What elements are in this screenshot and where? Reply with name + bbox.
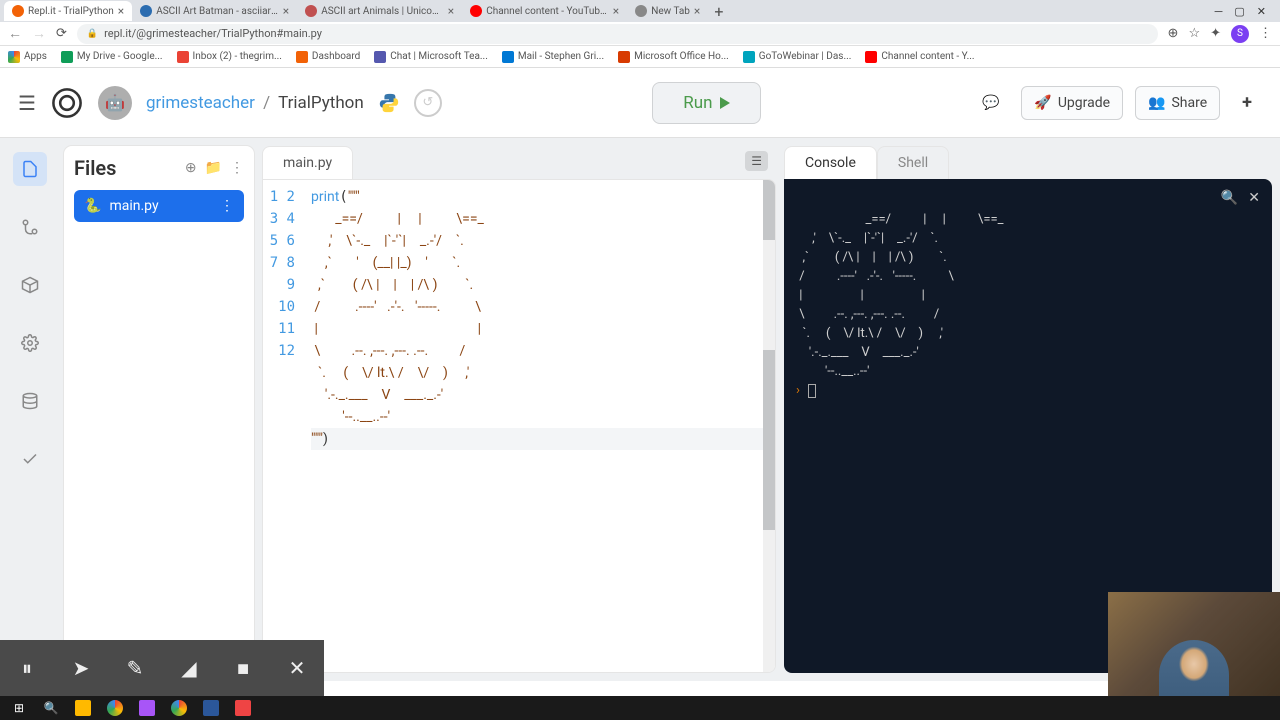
- add-button[interactable]: +: [1232, 84, 1262, 121]
- new-tab-button[interactable]: +: [708, 2, 729, 21]
- start-icon[interactable]: ⊞: [4, 696, 34, 720]
- taskbar-app[interactable]: [68, 696, 98, 720]
- taskbar-app[interactable]: [100, 696, 130, 720]
- forward-icon[interactable]: →: [32, 25, 46, 42]
- maximize-icon[interactable]: ▢: [1234, 5, 1244, 18]
- tab-console[interactable]: Console: [784, 146, 877, 179]
- zoom-icon[interactable]: ⊕: [1168, 26, 1179, 41]
- lock-icon: 🔒: [87, 29, 98, 39]
- editor-scrollbar[interactable]: [763, 180, 775, 672]
- taskbar-app[interactable]: [132, 696, 162, 720]
- close-icon[interactable]: ×: [694, 4, 700, 18]
- console-prompt: ›: [796, 383, 800, 398]
- replit-logo-icon[interactable]: [50, 86, 84, 120]
- url-input[interactable]: 🔒repl.it/@grimesteacher/TrialPython#main…: [77, 24, 1158, 44]
- browser-tab[interactable]: ASCII art Animals | Unicode Ninj×: [297, 1, 462, 21]
- cursor: [808, 384, 816, 398]
- code-editor[interactable]: 1 2 3 4 5 6 7 8 9 10 11 12 print(""" _==…: [262, 179, 776, 673]
- camera-icon[interactable]: ■: [216, 640, 270, 696]
- menu-icon[interactable]: ⋮: [1259, 26, 1272, 41]
- minimize-icon[interactable]: ─: [1215, 5, 1223, 18]
- user-avatar[interactable]: 🤖: [98, 86, 132, 120]
- python-icon: [378, 92, 400, 114]
- reload-icon[interactable]: ⟳: [56, 26, 67, 41]
- file-menu-icon[interactable]: ⋮: [220, 198, 234, 214]
- tab-shell[interactable]: Shell: [877, 146, 949, 179]
- stop-icon[interactable]: ✕: [270, 640, 324, 696]
- editor-layout-icon[interactable]: ☰: [745, 151, 768, 171]
- sidebar-iconbar: [0, 138, 60, 681]
- star-icon[interactable]: ☆: [1188, 26, 1200, 41]
- new-file-icon[interactable]: ⊕: [185, 160, 197, 176]
- new-folder-icon[interactable]: 📁: [205, 160, 222, 176]
- bookmark[interactable]: Microsoft Office Ho...: [618, 51, 729, 63]
- bookmark[interactable]: My Drive - Google...: [61, 51, 163, 63]
- packages-icon[interactable]: [13, 268, 47, 302]
- file-item-main-py[interactable]: 🐍 main.py ⋮: [74, 190, 244, 222]
- profile-avatar[interactable]: S: [1231, 25, 1249, 43]
- bookmark[interactable]: Channel content - Y...: [865, 51, 974, 63]
- taskbar-app[interactable]: [196, 696, 226, 720]
- upgrade-button[interactable]: 🚀 Upgrade: [1021, 86, 1123, 120]
- bookmark[interactable]: Dashboard: [296, 51, 360, 63]
- windows-taskbar: ⊞ 🔍: [0, 696, 1280, 720]
- files-panel: Files ⊕ 📁 ⋮ 🐍 main.py ⋮: [64, 146, 254, 673]
- version-control-icon[interactable]: [13, 210, 47, 244]
- taskbar-app[interactable]: [228, 696, 258, 720]
- settings-icon[interactable]: [13, 326, 47, 360]
- bookmark[interactable]: Mail - Stephen Gri...: [502, 51, 604, 63]
- hamburger-icon[interactable]: ☰: [18, 91, 36, 115]
- close-icon[interactable]: ×: [283, 4, 289, 18]
- files-menu-icon[interactable]: ⋮: [230, 160, 244, 176]
- close-icon[interactable]: ×: [448, 4, 454, 18]
- eraser-icon[interactable]: ◢: [162, 640, 216, 696]
- repl-header: ☰ 🤖 grimesteacher / TrialPython ↺ Run 💬 …: [0, 68, 1280, 138]
- python-file-icon: 🐍: [84, 198, 101, 214]
- browser-tab-strip: Repl.it - TrialPython× ASCII Art Batman …: [0, 0, 1280, 22]
- breadcrumb: grimesteacher / TrialPython: [146, 93, 364, 113]
- history-icon[interactable]: ↺: [414, 89, 442, 117]
- browser-tab[interactable]: New Tab×: [627, 1, 708, 21]
- files-title: Files: [74, 156, 177, 180]
- address-bar: ← → ⟳ 🔒repl.it/@grimesteacher/TrialPytho…: [0, 22, 1280, 46]
- pen-icon[interactable]: ✎: [108, 640, 162, 696]
- bookmarks-bar: Apps My Drive - Google... Inbox (2) - th…: [0, 46, 1280, 68]
- editor-tab[interactable]: main.py: [262, 146, 353, 179]
- extensions-icon[interactable]: ✦: [1210, 26, 1221, 41]
- clear-icon[interactable]: ✕: [1248, 189, 1260, 208]
- back-icon[interactable]: ←: [8, 25, 22, 42]
- bookmark[interactable]: Chat | Microsoft Tea...: [374, 51, 488, 63]
- database-icon[interactable]: [13, 384, 47, 418]
- code-content[interactable]: print(""" _==/ | | \==_ ,' \`-._ |`-'`| …: [303, 180, 775, 672]
- close-icon[interactable]: ×: [118, 4, 124, 18]
- line-gutter: 1 2 3 4 5 6 7 8 9 10 11 12: [263, 180, 303, 672]
- files-icon[interactable]: [13, 152, 47, 186]
- check-icon[interactable]: [13, 442, 47, 476]
- close-window-icon[interactable]: ✕: [1257, 5, 1266, 18]
- play-icon: [720, 97, 730, 109]
- search-taskbar-icon[interactable]: 🔍: [36, 696, 66, 720]
- editor-panel: main.py ☰ 1 2 3 4 5 6 7 8 9 10 11 12 pri…: [262, 146, 776, 673]
- browser-tab[interactable]: Channel content - YouTube Stud×: [462, 1, 627, 21]
- bookmark[interactable]: Inbox (2) - thegrim...: [177, 51, 282, 63]
- run-button[interactable]: Run: [652, 82, 761, 124]
- bookmark[interactable]: GoToWebinar | Das...: [743, 51, 852, 63]
- share-button[interactable]: 👥 Share: [1135, 86, 1220, 120]
- taskbar-app[interactable]: [164, 696, 194, 720]
- breadcrumb-project[interactable]: TrialPython: [278, 93, 364, 113]
- screen-recorder-toolbar: ⏸ ➤ ✎ ◢ ■ ✕: [0, 640, 324, 696]
- close-icon[interactable]: ×: [613, 4, 619, 18]
- browser-tab-active[interactable]: Repl.it - TrialPython×: [4, 1, 132, 21]
- search-icon[interactable]: 🔍: [1221, 189, 1238, 208]
- chat-icon[interactable]: 💬: [972, 87, 1009, 119]
- browser-tab[interactable]: ASCII Art Batman - asciiart.eu×: [132, 1, 297, 21]
- bookmark-apps[interactable]: Apps: [8, 51, 47, 63]
- pause-icon[interactable]: ⏸: [0, 640, 54, 696]
- breadcrumb-user[interactable]: grimesteacher: [146, 93, 255, 113]
- cursor-icon[interactable]: ➤: [54, 640, 108, 696]
